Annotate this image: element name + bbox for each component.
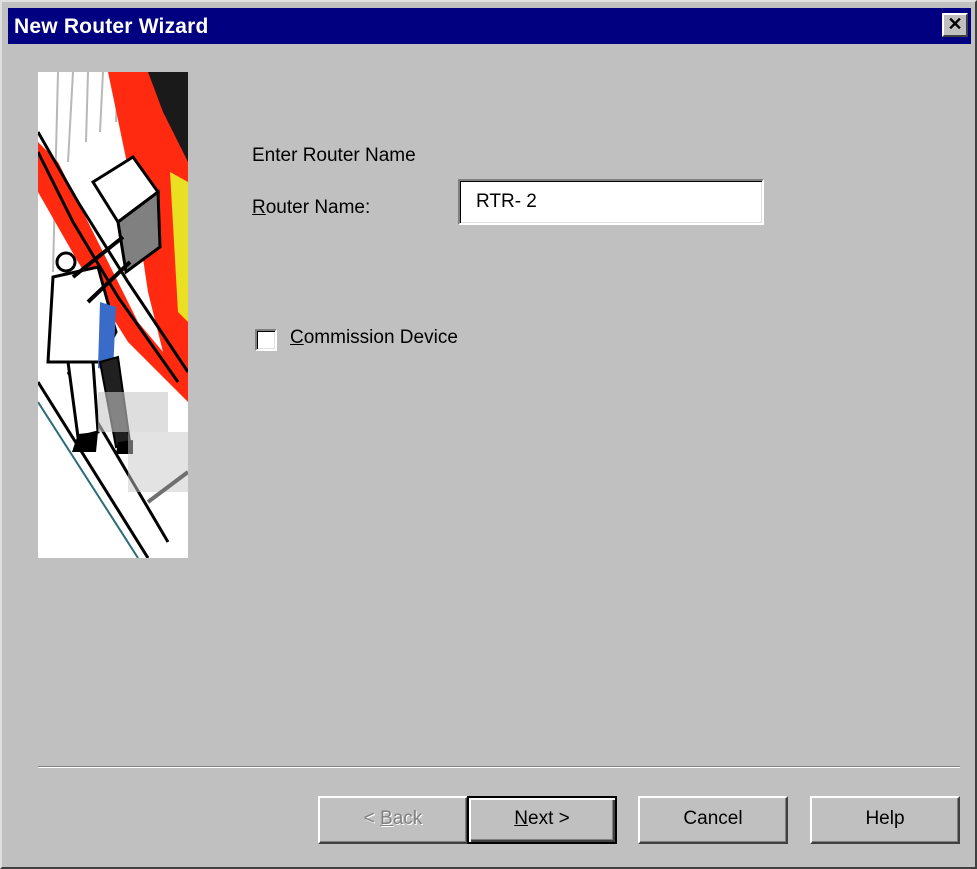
back-label: ack	[392, 808, 423, 829]
back-button[interactable]: < Back	[318, 796, 468, 844]
router-name-input[interactable]	[460, 181, 762, 223]
next-accelerator: N	[514, 808, 528, 829]
commission-device-label[interactable]: Commission Device	[290, 327, 458, 349]
commission-label-text: ommission Device	[303, 327, 458, 348]
close-button[interactable]: ✕	[942, 13, 968, 37]
commission-accelerator: C	[290, 327, 304, 348]
wizard-illustration	[38, 72, 188, 558]
window-title: New Router Wizard	[14, 15, 209, 38]
wizard-illustration-icon	[38, 72, 188, 558]
router-name-label-text: outer Name:	[265, 197, 371, 218]
router-name-accelerator: R	[252, 197, 266, 218]
router-name-field[interactable]	[458, 179, 764, 225]
button-separator	[38, 766, 960, 768]
commission-device-checkbox[interactable]	[255, 329, 277, 351]
back-accelerator: B	[380, 808, 393, 829]
close-icon: ✕	[947, 14, 963, 34]
back-prefix: <	[363, 808, 381, 829]
next-button[interactable]: Next >	[467, 796, 617, 844]
title-bar[interactable]: New Router Wizard ✕	[8, 8, 971, 44]
wizard-window: New Router Wizard ✕ Enter Router Name Ro…	[0, 0, 977, 869]
help-button[interactable]: Help	[810, 796, 960, 844]
step-heading: Enter Router Name	[252, 145, 416, 166]
next-label: ext >	[528, 808, 570, 829]
cancel-button[interactable]: Cancel	[638, 796, 788, 844]
router-name-label: Router Name:	[252, 197, 370, 219]
